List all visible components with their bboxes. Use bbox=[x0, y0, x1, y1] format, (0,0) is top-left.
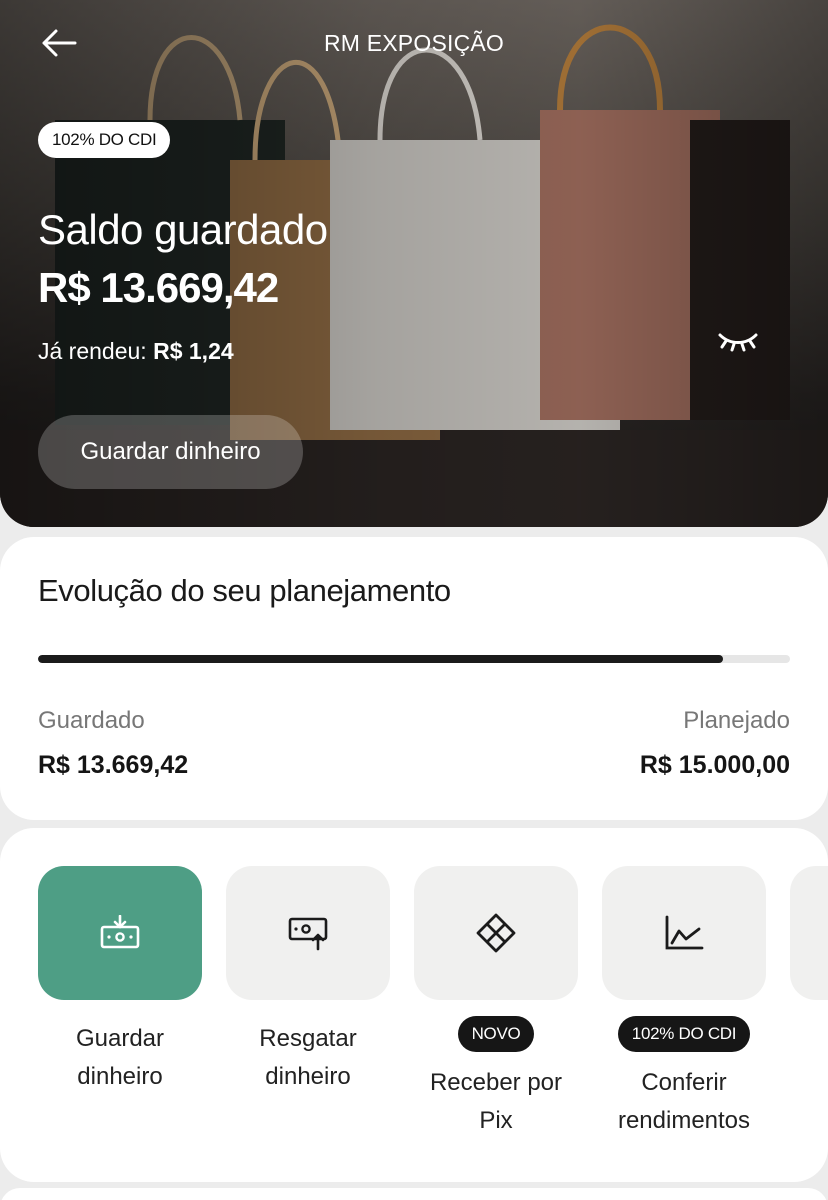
action-label-line: rendimentos bbox=[617, 1107, 751, 1134]
action-withdraw-money[interactable]: Resgatar dinheiro bbox=[226, 866, 390, 1096]
planning-progress-fill bbox=[38, 655, 724, 663]
action-label: Receber por Pix bbox=[414, 1064, 578, 1140]
earnings-label: Já rendeu: bbox=[38, 338, 147, 364]
earnings-value: R$ 1,24 bbox=[153, 338, 234, 364]
earnings-line: Já rendeu: R$ 1,24 bbox=[38, 338, 234, 365]
action-label-line: dinheiro bbox=[77, 1063, 163, 1090]
page-title: RM EXPOSIÇÃO bbox=[323, 30, 505, 56]
new-badge: NOVO bbox=[457, 1016, 535, 1052]
withdraw-money-icon bbox=[288, 917, 328, 951]
planned-label: Planejado bbox=[683, 707, 790, 734]
planned-value: R$ 15.000,00 bbox=[639, 751, 790, 779]
hero-banner: RM EXPOSIÇÃO 102% DO CDI Saldo guardado … bbox=[0, 0, 828, 527]
next-section-card bbox=[0, 1188, 828, 1200]
action-label-line: Resgatar bbox=[259, 1025, 357, 1052]
action-label-line: Guardar bbox=[75, 1025, 165, 1052]
action-label-line: Conferir bbox=[641, 1069, 727, 1096]
actions-carousel[interactable]: Guardar dinheiro Resgatar dinheiro NOVO bbox=[0, 828, 828, 1182]
action-label-line: Receber por bbox=[429, 1069, 563, 1096]
pix-icon bbox=[476, 913, 516, 953]
action-receive-pix[interactable]: NOVO Receber por Pix bbox=[414, 866, 578, 1140]
rate-badge: 102% DO CDI bbox=[38, 122, 171, 158]
action-label: Resgatar dinheiro bbox=[226, 1020, 390, 1096]
action-label-line: Pix bbox=[479, 1107, 513, 1134]
action-label-line: dinheiro bbox=[265, 1063, 351, 1090]
action-next-partial[interactable] bbox=[790, 866, 828, 1000]
eye-closed-icon bbox=[718, 333, 758, 352]
action-tile[interactable] bbox=[602, 866, 766, 1000]
saved-label: Guardado bbox=[38, 707, 145, 734]
chart-line-icon bbox=[665, 915, 704, 950]
deposit-money-icon bbox=[100, 915, 140, 949]
action-label: Guardar dinheiro bbox=[38, 1020, 202, 1096]
planning-progress-bar bbox=[38, 655, 790, 663]
action-tile[interactable] bbox=[790, 866, 828, 1000]
action-tile[interactable] bbox=[414, 866, 578, 1000]
saved-value: R$ 13.669,42 bbox=[38, 751, 189, 779]
balance-value: R$ 13.669,42 bbox=[38, 264, 279, 311]
save-money-button[interactable]: Guardar dinheiro bbox=[38, 415, 303, 489]
action-tile[interactable] bbox=[38, 866, 202, 1000]
action-label: Conferir rendimentos bbox=[602, 1064, 766, 1140]
action-tile[interactable] bbox=[226, 866, 390, 1000]
action-save-money[interactable]: Guardar dinheiro bbox=[38, 866, 202, 1096]
planning-card: Evolução do seu planejamento Guardado R$… bbox=[0, 537, 828, 820]
toggle-visibility-button[interactable] bbox=[714, 322, 762, 358]
rate-badge: 102% DO CDI bbox=[617, 1016, 751, 1052]
balance-label: Saldo guardado bbox=[38, 206, 328, 253]
action-check-earnings[interactable]: 102% DO CDI Conferir rendimentos bbox=[602, 866, 766, 1140]
planning-title: Evolução do seu planejamento bbox=[38, 573, 451, 608]
